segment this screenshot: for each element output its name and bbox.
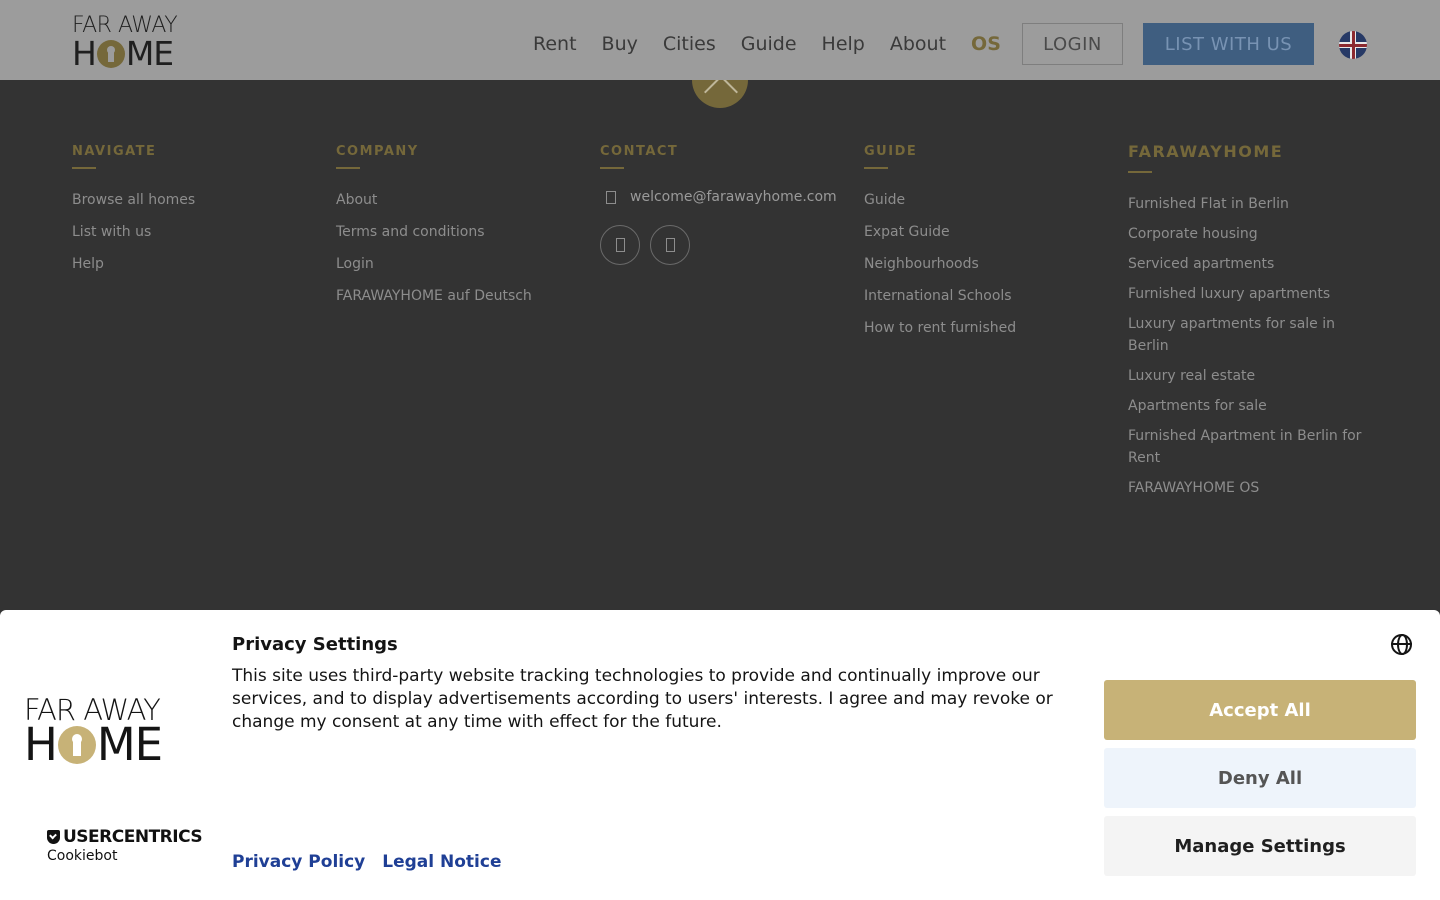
footer-link-farawayhome-os[interactable]: FARAWAYHOME OS [1128, 477, 1378, 499]
footer-link-help[interactable]: Help [72, 253, 195, 275]
usercentrics-logo: USERCENTRICS [47, 827, 203, 847]
nav-os[interactable]: OS [971, 33, 1001, 55]
nav-about[interactable]: About [890, 33, 946, 55]
footer-link-corporate-housing[interactable]: Corporate housing [1128, 223, 1378, 245]
privacy-policy-link[interactable]: Privacy Policy [232, 852, 365, 872]
heading-underline [864, 167, 888, 169]
nav-help[interactable]: Help [822, 33, 865, 55]
main-nav: Rent Buy Cities Guide Help About OS [533, 0, 1026, 88]
cookie-banner-logo: FAR AWAY H ME [24, 696, 186, 771]
manage-settings-button[interactable]: Manage Settings [1104, 816, 1416, 876]
login-button[interactable]: LOGIN [1022, 23, 1123, 65]
mail-icon [606, 190, 616, 204]
footer-column-company: COMPANY About Terms and conditions Login… [336, 144, 532, 317]
footer-link-serviced-apartments[interactable]: Serviced apartments [1128, 253, 1378, 275]
heading-underline [600, 167, 624, 169]
footer-link-login[interactable]: Login [336, 253, 532, 275]
footer-heading-company: COMPANY [336, 144, 419, 159]
logo-letters-me: ME [125, 34, 174, 73]
logo-letters-me: ME [96, 718, 163, 771]
footer-column-farawayhome: FARAWAYHOME Furnished Flat in Berlin Cor… [1128, 142, 1378, 507]
shield-icon [47, 830, 60, 844]
footer-link-list-with-us[interactable]: List with us [72, 221, 195, 243]
social-icon-1[interactable] [600, 225, 640, 265]
footer-heading-navigate: NAVIGATE [72, 144, 157, 159]
footer-column-contact: CONTACT welcome@farawayhome.com [600, 144, 837, 265]
footer-heading-farawayhome: FARAWAYHOME [1128, 142, 1284, 161]
nav-buy[interactable]: Buy [602, 33, 638, 55]
footer-link-about[interactable]: About [336, 189, 532, 211]
nav-guide[interactable]: Guide [741, 33, 797, 55]
cookiebot-label: Cookiebot [47, 848, 118, 864]
footer-link-luxury-for-sale[interactable]: Luxury apartments for sale in Berlin [1128, 313, 1378, 357]
footer-link-luxury-apartments[interactable]: Furnished luxury apartments [1128, 283, 1378, 305]
social-icon-2[interactable] [650, 225, 690, 265]
nav-cities[interactable]: Cities [663, 33, 716, 55]
footer-link-luxury-real-estate[interactable]: Luxury real estate [1128, 365, 1378, 387]
footer-column-guide: GUIDE Guide Expat Guide Neighbourhoods I… [864, 144, 1016, 349]
keyhole-icon [57, 726, 96, 764]
heading-underline [1128, 171, 1152, 173]
heading-underline [72, 167, 96, 169]
keyhole-icon [96, 40, 125, 68]
contact-email[interactable]: welcome@farawayhome.com [600, 189, 837, 205]
footer-link-furnished-flat[interactable]: Furnished Flat in Berlin [1128, 193, 1378, 215]
footer-link-neighbourhoods[interactable]: Neighbourhoods [864, 253, 1016, 275]
cookie-links: Privacy Policy Legal Notice [232, 852, 518, 872]
list-with-us-button[interactable]: LIST WITH US [1143, 23, 1314, 65]
social-links [600, 225, 837, 265]
logo-letter-h: H [24, 718, 58, 771]
footer-heading-guide: GUIDE [864, 144, 918, 159]
logo-letter-h: H [72, 34, 97, 73]
footer-link-how-to-rent[interactable]: How to rent furnished [864, 317, 1016, 339]
footer-column-navigate: NAVIGATE Browse all homes List with us H… [72, 144, 195, 285]
accept-all-button[interactable]: Accept All [1104, 680, 1416, 740]
footer-link-guide[interactable]: Guide [864, 189, 1016, 211]
contact-email-text: welcome@farawayhome.com [630, 189, 837, 205]
globe-icon[interactable] [1391, 634, 1412, 655]
footer-link-furnished-rent[interactable]: Furnished Apartment in Berlin for Rent [1128, 425, 1378, 469]
footer-heading-contact: CONTACT [600, 144, 679, 159]
footer-link-browse-homes[interactable]: Browse all homes [72, 189, 195, 211]
footer-link-terms[interactable]: Terms and conditions [336, 221, 532, 243]
legal-notice-link[interactable]: Legal Notice [382, 852, 501, 872]
usercentrics-name: USERCENTRICS [63, 827, 203, 847]
deny-all-button[interactable]: Deny All [1104, 748, 1416, 808]
footer-link-apartments-for-sale[interactable]: Apartments for sale [1128, 395, 1378, 417]
cookie-consent-banner: FAR AWAY H ME USERCENTRICS Cookiebot Pri… [0, 610, 1440, 900]
logo-line-2: H ME [72, 34, 194, 73]
site-logo[interactable]: FAR AWAY H ME [72, 14, 194, 73]
nav-rent[interactable]: Rent [533, 33, 577, 55]
usercentrics-branding: USERCENTRICS Cookiebot [47, 827, 203, 864]
cookie-title: Privacy Settings [232, 634, 398, 655]
cookie-description: This site uses third-party website track… [232, 666, 1053, 732]
footer-link-international-schools[interactable]: International Schools [864, 285, 1016, 307]
footer-link-deutsch[interactable]: FARAWAYHOME auf Deutsch [336, 285, 532, 307]
site-header: FAR AWAY H ME Rent Buy Cities Guide Help… [0, 0, 1440, 80]
logo-line-2: H ME [24, 718, 186, 771]
heading-underline [336, 167, 360, 169]
footer-link-expat-guide[interactable]: Expat Guide [864, 221, 1016, 243]
uk-flag-icon[interactable] [1339, 31, 1367, 59]
